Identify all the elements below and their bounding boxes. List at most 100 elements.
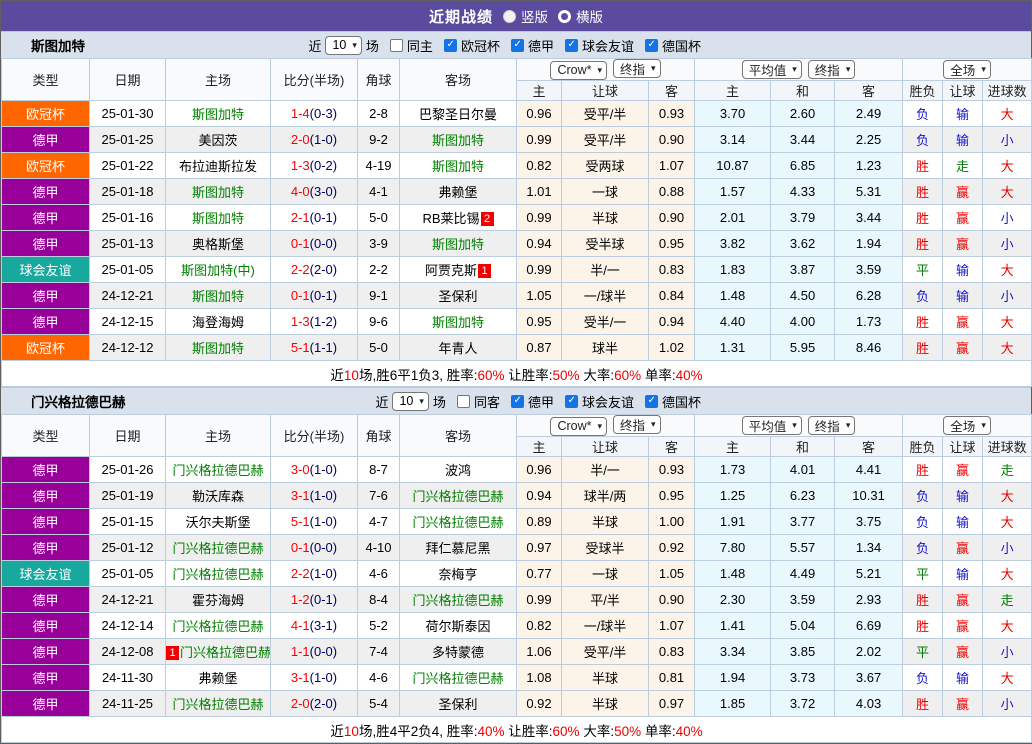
odds-source-select[interactable]: Crow* ▾ bbox=[550, 416, 608, 436]
avg-draw-odds: 4.00 bbox=[770, 308, 836, 335]
result-goals: 小 bbox=[982, 204, 1032, 231]
odds-source-select[interactable]: 终指 ▾ bbox=[613, 59, 661, 79]
date-cell: 24-12-21 bbox=[89, 586, 166, 613]
halftime-score: (1-0) bbox=[309, 566, 338, 581]
result-wdl: 胜 bbox=[902, 230, 944, 257]
away-team-name: 波鸿 bbox=[444, 463, 471, 478]
league-cell: 德甲 bbox=[1, 204, 90, 231]
result-handicap: 输 bbox=[942, 664, 984, 691]
home-team-cell: 弗赖堡 bbox=[165, 664, 271, 691]
league-filter-2-checkbox[interactable] bbox=[644, 394, 658, 408]
section-filter-bar: 门兴格拉德巴赫 近 10 ▾ 场 同客 德甲 球会友谊 德国杯 bbox=[1, 387, 1031, 414]
home-team-cell: 斯图加特 bbox=[165, 204, 271, 231]
result-goals: 小 bbox=[982, 230, 1032, 257]
handicap-away-odds: 0.93 bbox=[647, 100, 696, 127]
score-cell: 1-1(0-0) bbox=[270, 638, 358, 665]
red-card-badge: 1 bbox=[478, 264, 491, 278]
league-filter-0-checkbox[interactable] bbox=[443, 38, 457, 52]
match-row: 德甲 25-01-26 门兴格拉德巴赫 3-0(1-0) 8-7 波鸿 0.96 半/一 0.9… bbox=[1, 456, 1032, 483]
home-team-name: 门兴格拉德巴赫 bbox=[172, 541, 264, 556]
match-row: 球会友谊 25-01-05 斯图加特(中) 2-2(2-0) 2-2 阿贾克斯 1 0.99 半… bbox=[1, 256, 1032, 283]
score-cell: 1-3(0-2) bbox=[270, 152, 358, 179]
date-cell: 24-11-25 bbox=[89, 690, 166, 717]
layout-option-vertical[interactable]: 竖版 bbox=[503, 6, 548, 26]
odds-source-select[interactable]: 终指 ▾ bbox=[807, 416, 856, 435]
handicap-line: 受平/半 bbox=[561, 126, 649, 153]
odds-source-select[interactable]: 终指 ▾ bbox=[807, 60, 856, 79]
away-team-name: 荷尔斯泰因 bbox=[425, 619, 491, 634]
handicap-away-odds: 0.97 bbox=[647, 690, 696, 717]
avg-away-odds: 3.59 bbox=[834, 256, 904, 283]
same-venue-checkbox[interactable] bbox=[389, 38, 403, 52]
league-filter-0-checkbox[interactable] bbox=[510, 394, 524, 408]
summary-text: 让胜率: bbox=[504, 367, 553, 383]
layout-option-horizontal[interactable]: 横版 bbox=[558, 6, 603, 26]
result-handicap: 输 bbox=[942, 508, 984, 535]
avg-home-odds: 3.14 bbox=[694, 126, 772, 153]
date-cell: 24-12-12 bbox=[89, 334, 166, 361]
league-filter-2-checkbox[interactable] bbox=[564, 38, 578, 52]
away-team-name: 斯图加特 bbox=[431, 133, 484, 148]
avg-away-odds: 1.23 bbox=[834, 152, 904, 179]
corner-cell: 3-9 bbox=[357, 230, 400, 257]
games-label: 场 bbox=[365, 38, 379, 54]
home-team-cell: 门兴格拉德巴赫 bbox=[165, 456, 271, 483]
league-cell: 球会友谊 bbox=[1, 560, 90, 587]
odds-source-select[interactable]: 全场 ▾ bbox=[943, 416, 991, 435]
red-card-badge: 2 bbox=[480, 212, 494, 226]
halftime-score: (3-0) bbox=[309, 184, 338, 199]
corner-cell: 2-8 bbox=[357, 100, 400, 127]
result-goals: 小 bbox=[982, 534, 1032, 561]
avg-home-odds: 1.25 bbox=[694, 482, 772, 509]
result-handicap: 赢 bbox=[942, 204, 984, 231]
summary-value: 40% bbox=[675, 723, 703, 739]
column-header: 类型 bbox=[1, 58, 90, 101]
league-cell: 德甲 bbox=[1, 482, 90, 509]
odds-source-select-value: 终指 bbox=[814, 64, 840, 78]
team-name: 斯图加特 bbox=[31, 39, 85, 54]
away-team-cell: 斯图加特 bbox=[399, 230, 517, 257]
avg-home-odds: 3.82 bbox=[694, 230, 772, 257]
column-subheader: 客 bbox=[647, 436, 696, 457]
league-filter-1-checkbox[interactable] bbox=[510, 38, 524, 52]
handicap-away-odds: 0.88 bbox=[647, 178, 696, 205]
score-cell: 5-1(1-0) bbox=[270, 508, 358, 535]
halftime-score: (0-0) bbox=[309, 644, 338, 659]
summary-text: 单率: bbox=[641, 723, 676, 739]
avg-away-odds: 5.21 bbox=[834, 560, 904, 587]
league-filter-1-checkbox[interactable] bbox=[564, 394, 578, 408]
odds-source-select[interactable]: 平均值 ▾ bbox=[741, 60, 802, 79]
league-filter-3-checkbox[interactable] bbox=[644, 38, 658, 52]
radio-unselected-icon[interactable] bbox=[558, 9, 571, 23]
handicap-away-odds: 1.05 bbox=[647, 560, 696, 587]
home-team-cell: 勒沃库森 bbox=[165, 482, 271, 509]
odds-source-select[interactable]: 终指 ▾ bbox=[613, 415, 661, 435]
score-cell: 3-1(1-0) bbox=[270, 482, 358, 509]
match-row: 德甲 25-01-25 美因茨 2-0(1-0) 9-2 斯图加特 0.99 受平/半 0.90… bbox=[1, 126, 1032, 153]
summary-value: 60% bbox=[614, 367, 642, 383]
odds-source-select[interactable]: 全场 ▾ bbox=[943, 60, 991, 79]
handicap-line: 半球 bbox=[561, 508, 649, 535]
handicap-home-odds: 0.94 bbox=[516, 482, 562, 509]
odds-source-select-value: Crow* bbox=[557, 419, 592, 434]
score-cell: 2-0(2-0) bbox=[270, 690, 358, 717]
same-venue-checkbox[interactable] bbox=[456, 394, 470, 408]
radio-selected-icon[interactable] bbox=[503, 9, 516, 23]
games-count-select[interactable]: 10 ▾ bbox=[392, 391, 429, 411]
league-cell: 德甲 bbox=[1, 638, 90, 665]
avg-away-odds: 3.44 bbox=[834, 204, 904, 231]
odds-source-select[interactable]: Crow* ▾ bbox=[550, 60, 608, 80]
handicap-line: 球半/两 bbox=[561, 482, 649, 509]
result-handicap: 输 bbox=[942, 482, 984, 509]
column-subheader: 让球 bbox=[561, 80, 649, 101]
odds-source-select[interactable]: 平均值 ▾ bbox=[741, 416, 802, 435]
halftime-score: (0-2) bbox=[309, 158, 338, 173]
games-count-select[interactable]: 10 ▾ bbox=[325, 35, 362, 55]
odds-source-select-value: 全场 bbox=[950, 420, 976, 434]
games-label: 场 bbox=[432, 394, 446, 410]
result-handicap: 赢 bbox=[942, 178, 984, 205]
avg-home-odds: 2.01 bbox=[694, 204, 772, 231]
away-team-name: 年青人 bbox=[438, 341, 478, 356]
away-team-name: 门兴格拉德巴赫 bbox=[412, 515, 504, 530]
handicap-away-odds: 0.84 bbox=[647, 282, 696, 309]
